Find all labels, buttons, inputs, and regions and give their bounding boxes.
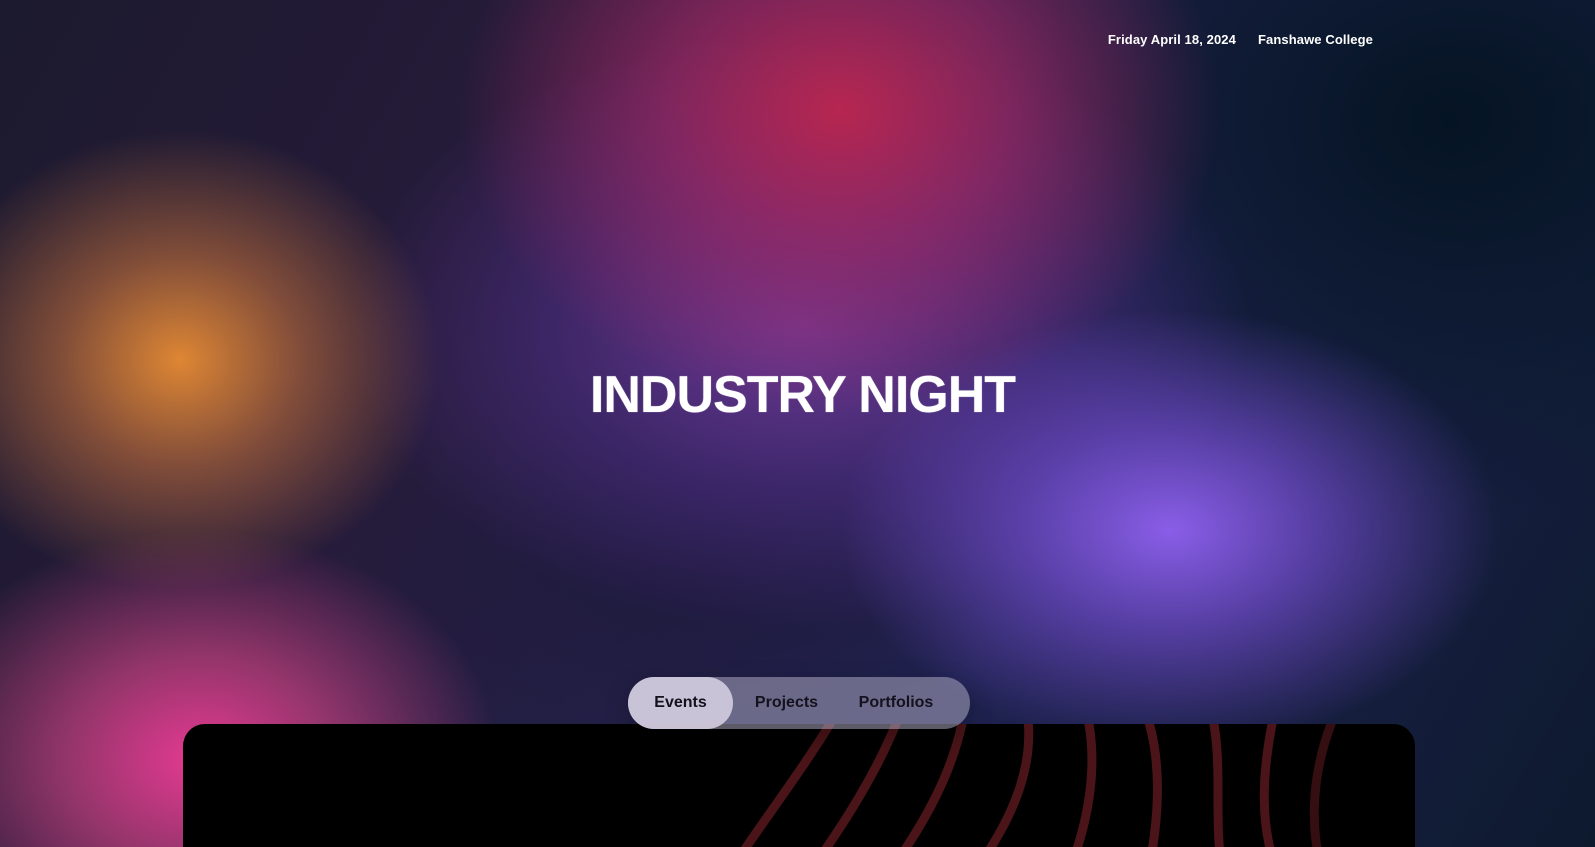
event-date: Friday April 18, 2024 bbox=[1107, 32, 1236, 47]
section-tabs: Events Projects Portfolios bbox=[628, 677, 970, 729]
hero-title: INDUSTRY NIGHT bbox=[589, 366, 1016, 424]
card-wave-pattern bbox=[740, 724, 1336, 847]
event-meta: Friday April 18, 2024 Fanshawe College bbox=[1108, 32, 1373, 47]
tab-events[interactable]: Events bbox=[628, 677, 733, 729]
content-card bbox=[183, 724, 1415, 847]
tab-portfolios[interactable]: Portfolios bbox=[840, 677, 952, 729]
tab-projects[interactable]: Projects bbox=[733, 677, 840, 729]
page: Friday April 18, 2024 Fanshawe College I… bbox=[0, 0, 1595, 847]
event-location: Fanshawe College bbox=[1257, 32, 1373, 47]
